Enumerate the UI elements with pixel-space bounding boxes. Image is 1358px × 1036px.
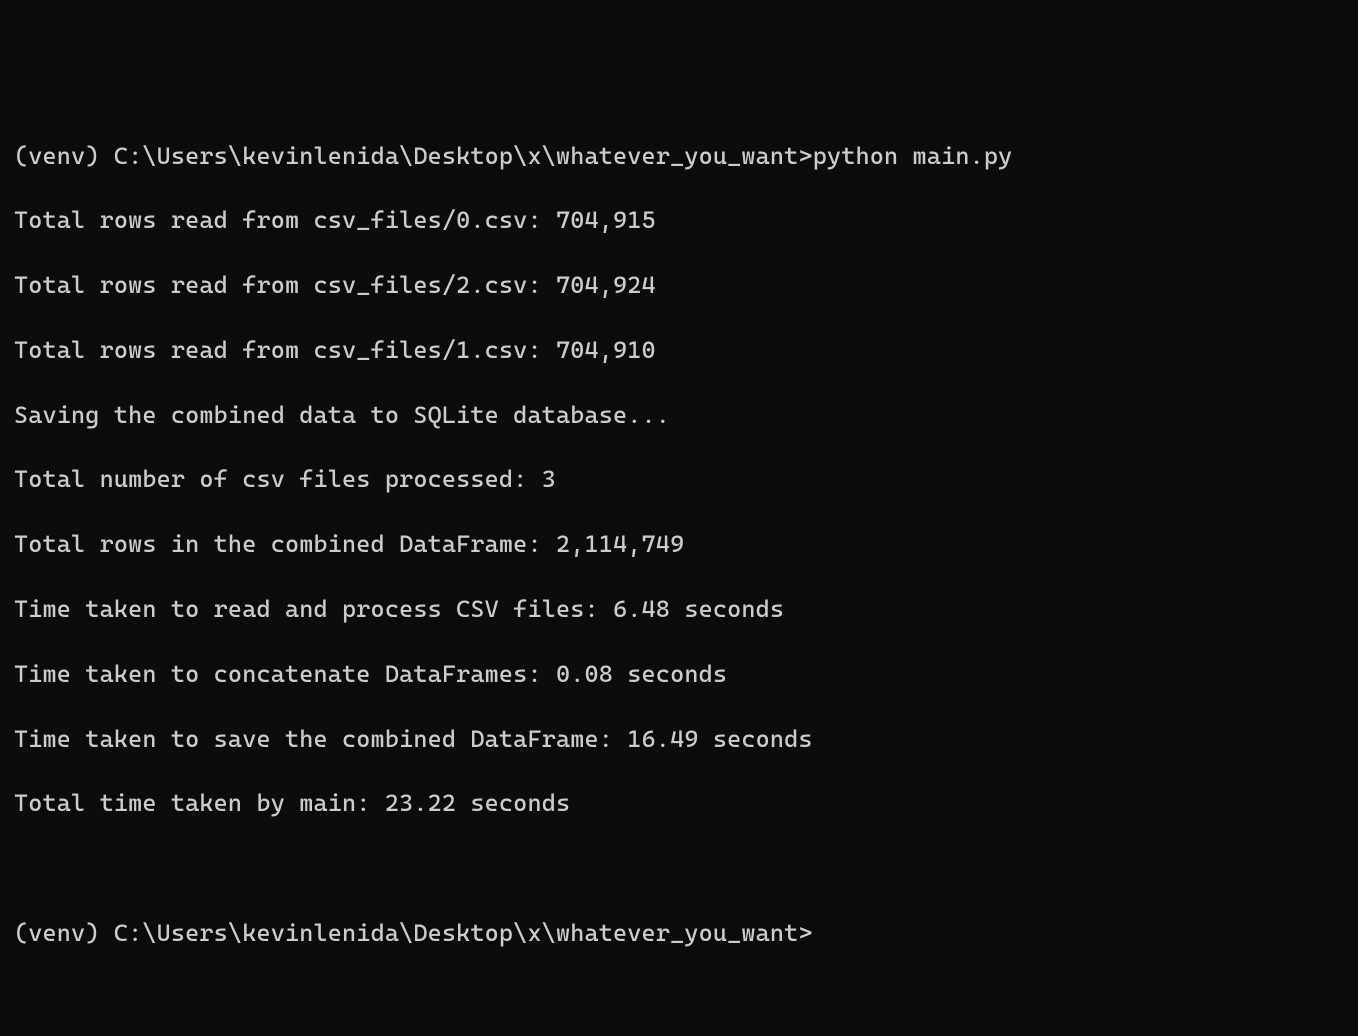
working-directory: C:\Users\kevinlenida\Desktop\x\whatever_… xyxy=(114,142,813,170)
venv-indicator: (venv) xyxy=(14,919,114,947)
output-line: Total rows read from csv_files/1.csv: 70… xyxy=(14,334,1344,366)
output-line: Time taken to concatenate DataFrames: 0.… xyxy=(14,658,1344,690)
entered-command: python main.py xyxy=(813,142,1013,170)
terminal-prompt-line-2[interactable]: (venv) C:\Users\kevinlenida\Desktop\x\wh… xyxy=(14,917,1344,949)
blank-line xyxy=(14,852,1344,884)
working-directory: C:\Users\kevinlenida\Desktop\x\whatever_… xyxy=(114,919,813,947)
output-line: Total rows read from csv_files/2.csv: 70… xyxy=(14,269,1344,301)
output-line: Total rows read from csv_files/0.csv: 70… xyxy=(14,204,1344,236)
venv-indicator: (venv) xyxy=(14,142,114,170)
output-line: Total number of csv files processed: 3 xyxy=(14,463,1344,495)
terminal-prompt-line-1: (venv) C:\Users\kevinlenida\Desktop\x\wh… xyxy=(14,140,1344,172)
output-line: Saving the combined data to SQLite datab… xyxy=(14,399,1344,431)
output-line: Time taken to save the combined DataFram… xyxy=(14,723,1344,755)
output-line: Time taken to read and process CSV files… xyxy=(14,593,1344,625)
output-line: Total time taken by main: 23.22 seconds xyxy=(14,787,1344,819)
output-line: Total rows in the combined DataFrame: 2,… xyxy=(14,528,1344,560)
